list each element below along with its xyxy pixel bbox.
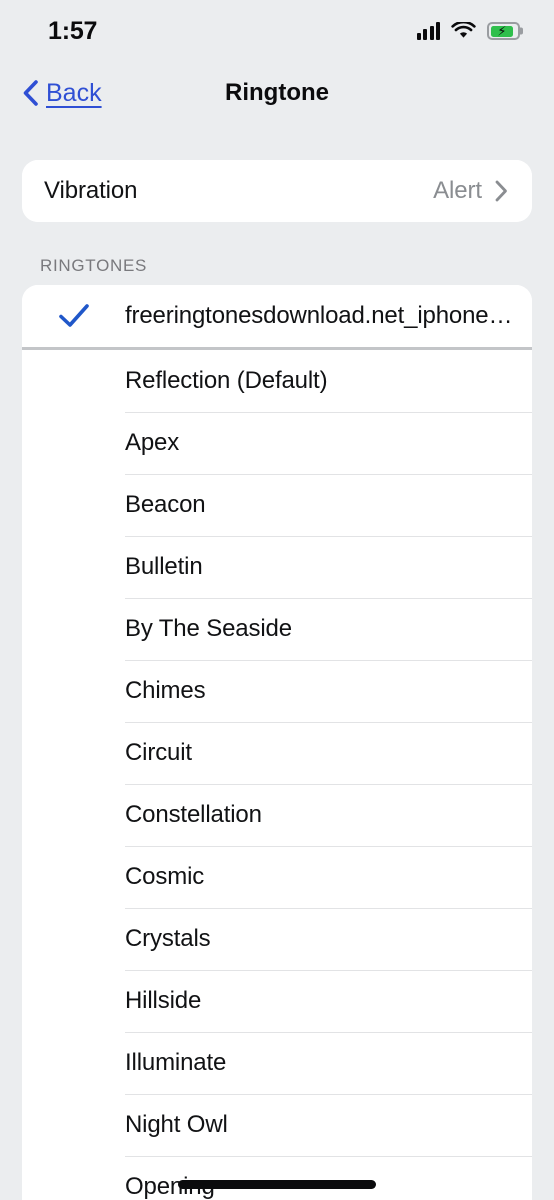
ringtone-row-apex[interactable]: Apex (22, 412, 532, 474)
ringtone-row-opening[interactable]: Opening (22, 1156, 532, 1200)
home-indicator-bar[interactable] (178, 1180, 376, 1189)
vibration-row[interactable]: Vibration Alert (22, 160, 532, 222)
ringtone-label: Apex (125, 429, 180, 456)
ringtones-scroll-region[interactable]: freeringtonesdownload.net_iphone… Reflec… (0, 285, 554, 1200)
ringtone-row-circuit[interactable]: Circuit (22, 722, 532, 784)
ringtone-label: Bulletin (125, 553, 203, 580)
ringtone-label: Circuit (125, 739, 192, 766)
ringtone-label: Crystals (125, 925, 211, 952)
ringtone-row-cosmic[interactable]: Cosmic (22, 846, 532, 908)
vibration-card: Vibration Alert (22, 160, 532, 222)
ringtone-row-chimes[interactable]: Chimes (22, 660, 532, 722)
checkmark-slot (22, 303, 125, 329)
status-bar: 1:57 ⚡ (0, 0, 554, 62)
battery-charging-icon: ⚡ (487, 22, 520, 40)
chevron-left-icon (23, 80, 38, 106)
charging-bolt-icon: ⚡ (497, 23, 507, 39)
ringtone-label: Hillside (125, 987, 202, 1014)
navigation-bar: Back Ringtone (0, 62, 554, 124)
ringtone-label: Reflection (Default) (125, 367, 328, 394)
ringtone-row-reflection[interactable]: Reflection (Default) (22, 350, 532, 412)
ringtones-list-card: Reflection (Default) Apex Beacon Bulleti… (22, 350, 532, 1200)
ringtone-label: Illuminate (125, 1049, 227, 1076)
ringtone-row-beacon[interactable]: Beacon (22, 474, 532, 536)
back-button-label: Back (46, 78, 102, 107)
ringtone-label: Cosmic (125, 863, 205, 890)
ringtone-row-constellation[interactable]: Constellation (22, 784, 532, 846)
ringtone-row-hillside[interactable]: Hillside (22, 970, 532, 1032)
status-bar-time: 1:57 (48, 16, 98, 45)
ringtone-label: Constellation (125, 801, 262, 828)
ringtone-label: By The Seaside (125, 615, 292, 642)
battery-fill: ⚡ (490, 23, 514, 39)
wifi-icon (451, 22, 476, 40)
chevron-right-icon (495, 180, 507, 202)
ringtone-row-night-owl[interactable]: Night Owl (22, 1094, 532, 1156)
ringtone-row-illuminate[interactable]: Illuminate (22, 1032, 532, 1094)
vibration-label: Vibration (44, 177, 138, 204)
ringtone-row-selected[interactable]: freeringtonesdownload.net_iphone… (22, 285, 532, 347)
ringtone-label: freeringtonesdownload.net_iphone… (125, 302, 513, 329)
ringtone-label: Beacon (125, 491, 206, 518)
status-bar-icons: ⚡ (416, 22, 520, 40)
checkmark-icon (58, 304, 89, 327)
cellular-signal-icon (416, 22, 440, 40)
ringtones-section-header: RINGTONES (40, 256, 148, 275)
ringtone-row-bulletin[interactable]: Bulletin (22, 536, 532, 598)
ringtone-label: Night Owl (125, 1111, 228, 1138)
vibration-value: Alert (433, 177, 482, 204)
ringtone-row-crystals[interactable]: Crystals (22, 908, 532, 970)
ringtone-label: Chimes (125, 677, 206, 704)
back-button[interactable]: Back (22, 79, 102, 108)
ringtone-row-by-the-seaside[interactable]: By The Seaside (22, 598, 532, 660)
ringtones-card: freeringtonesdownload.net_iphone… (22, 285, 532, 347)
